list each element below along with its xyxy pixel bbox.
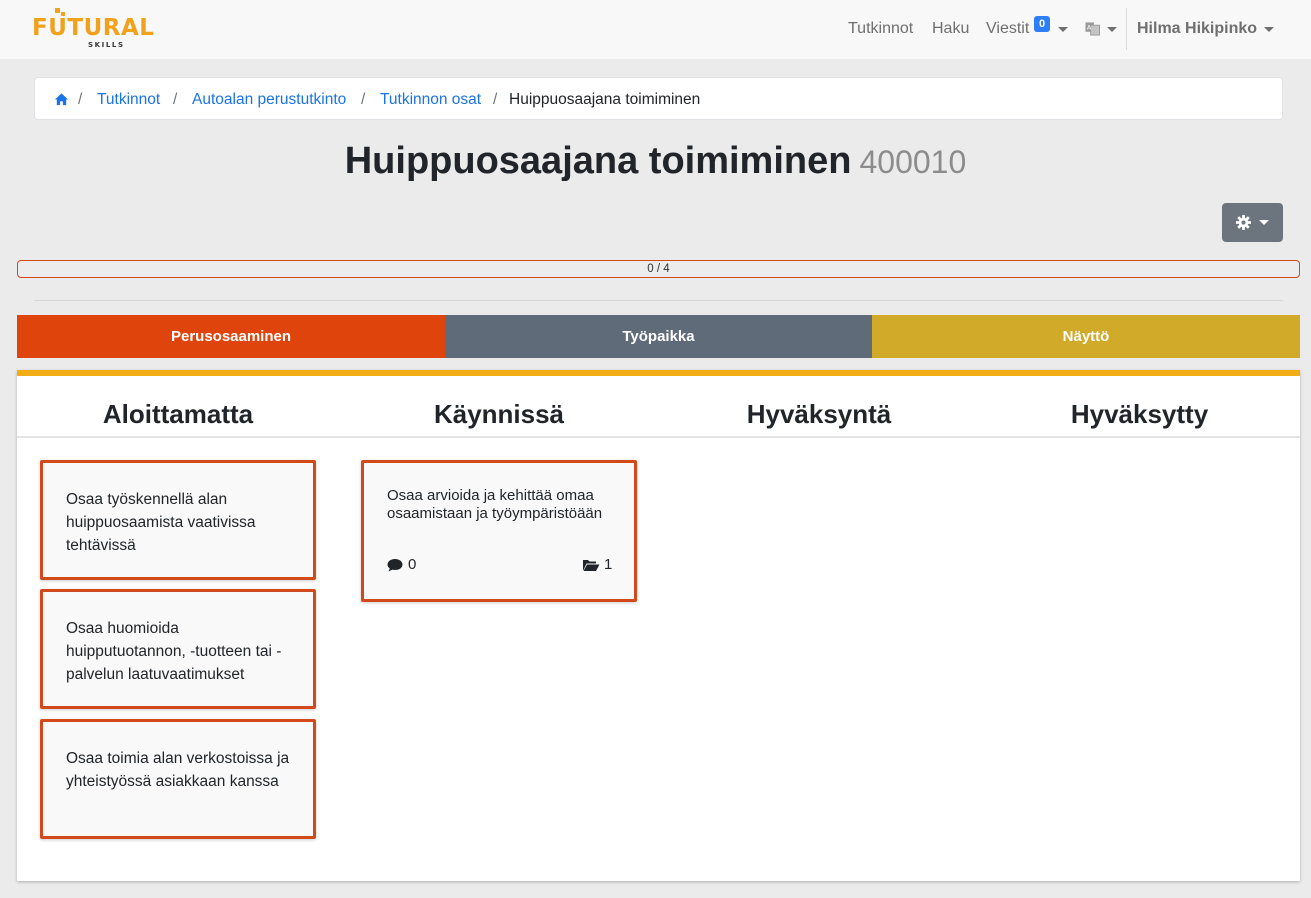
nav-tutkinnot-link[interactable]: Tutkinnot: [848, 20, 913, 38]
files-count: 1: [604, 556, 613, 573]
phase-tab-naytto[interactable]: Näyttö: [872, 315, 1300, 358]
futural-skills-logo[interactable]: FUTURAL SKILLS: [32, 8, 154, 52]
nav-divider: [1126, 8, 1127, 50]
language-chevron-down-icon[interactable]: [1107, 27, 1117, 32]
card-text: Osaa toimia alan verkostoissa ja yhteist…: [66, 750, 290, 790]
comments-count: 0: [408, 556, 417, 573]
breadcrumb-current: Huippuosaajana toimiminen: [509, 91, 701, 108]
svg-text:A: A: [1087, 23, 1092, 31]
card-text: Osaa arvioida ja kehittää omaa osaamista…: [387, 487, 603, 522]
divider: [34, 300, 1283, 301]
top-navbar: FUTURAL SKILLS Tutkinnot Haku Viestit 0 …: [0, 0, 1311, 59]
gear-icon: [1236, 215, 1251, 230]
breadcrumb: / Tutkinnot / Autoalan perustutkinto / T…: [34, 77, 1283, 120]
phase-tab-perusosaaminen[interactable]: Perusosaaminen: [17, 315, 445, 358]
column-title-kaynnissa: Käynnissä: [433, 399, 565, 429]
breadcrumb-separator: /: [361, 91, 366, 108]
competence-card[interactable]: Osaa huomioida huipputuotannon, -tuottee…: [40, 589, 316, 709]
nav-haku-link[interactable]: Haku: [932, 20, 969, 38]
settings-dropdown-button[interactable]: [1222, 203, 1283, 242]
competence-card[interactable]: Osaa työskennellä alan huippuosaamista v…: [40, 460, 316, 580]
progress-label: 0 / 4: [647, 263, 670, 275]
card-text: Osaa huomioida huipputuotannon, -tuottee…: [66, 620, 282, 683]
folder-open-icon: [583, 560, 600, 571]
messages-count-badge: 0: [1034, 16, 1050, 32]
kanban-board: Aloittamatta Käynnissä Hyväksyntä Hyväks…: [17, 370, 1300, 881]
viestit-chevron-down-icon[interactable]: [1058, 27, 1068, 32]
page-title-text: Huippuosaajana toimiminen: [344, 140, 852, 182]
competence-card[interactable]: Osaa toimia alan verkostoissa ja yhteist…: [40, 719, 316, 839]
column-title-aloittamatta: Aloittamatta: [102, 399, 254, 429]
column-title-hyvaksytty: Hyväksytty: [1070, 399, 1209, 429]
breadcrumb-separator: /: [173, 91, 178, 108]
breadcrumb-tutkinnot-link[interactable]: Tutkinnot: [97, 91, 160, 109]
breadcrumb-separator: /: [78, 91, 83, 108]
board-header-divider: [17, 436, 1300, 438]
logo-subtext: SKILLS: [88, 41, 125, 49]
breadcrumb-tutkinnon-osat-link[interactable]: Tutkinnon osat: [380, 91, 481, 109]
comment-icon: [387, 559, 403, 572]
breadcrumb-separator: /: [493, 91, 498, 108]
progress-bar: 0 / 4: [17, 260, 1300, 278]
phase-tab-tyopaikka[interactable]: Työpaikka: [445, 315, 872, 358]
breadcrumb-autoalan-link[interactable]: Autoalan perustutkinto: [192, 91, 346, 109]
nav-viestit-link[interactable]: Viestit: [986, 20, 1029, 38]
logo-dot: [55, 8, 60, 13]
language-icon[interactable]: A: [1085, 21, 1100, 36]
chevron-down-icon: [1259, 220, 1269, 225]
column-title-hyvaksynta: Hyväksyntä: [746, 399, 892, 429]
page-title-code: 400010: [859, 144, 967, 180]
logo-wordmark: FUTURAL: [32, 15, 155, 41]
user-menu[interactable]: Hilma Hikipinko: [1137, 20, 1257, 38]
home-icon[interactable]: [54, 92, 69, 106]
competence-card-in-progress[interactable]: Osaa arvioida ja kehittää omaa osaamista…: [361, 460, 637, 602]
card-text: Osaa työskennellä alan huippuosaamista v…: [66, 491, 256, 554]
page-title: Huippuosaajana toimiminen 400010: [0, 140, 1311, 183]
user-chevron-down-icon[interactable]: [1264, 27, 1274, 32]
